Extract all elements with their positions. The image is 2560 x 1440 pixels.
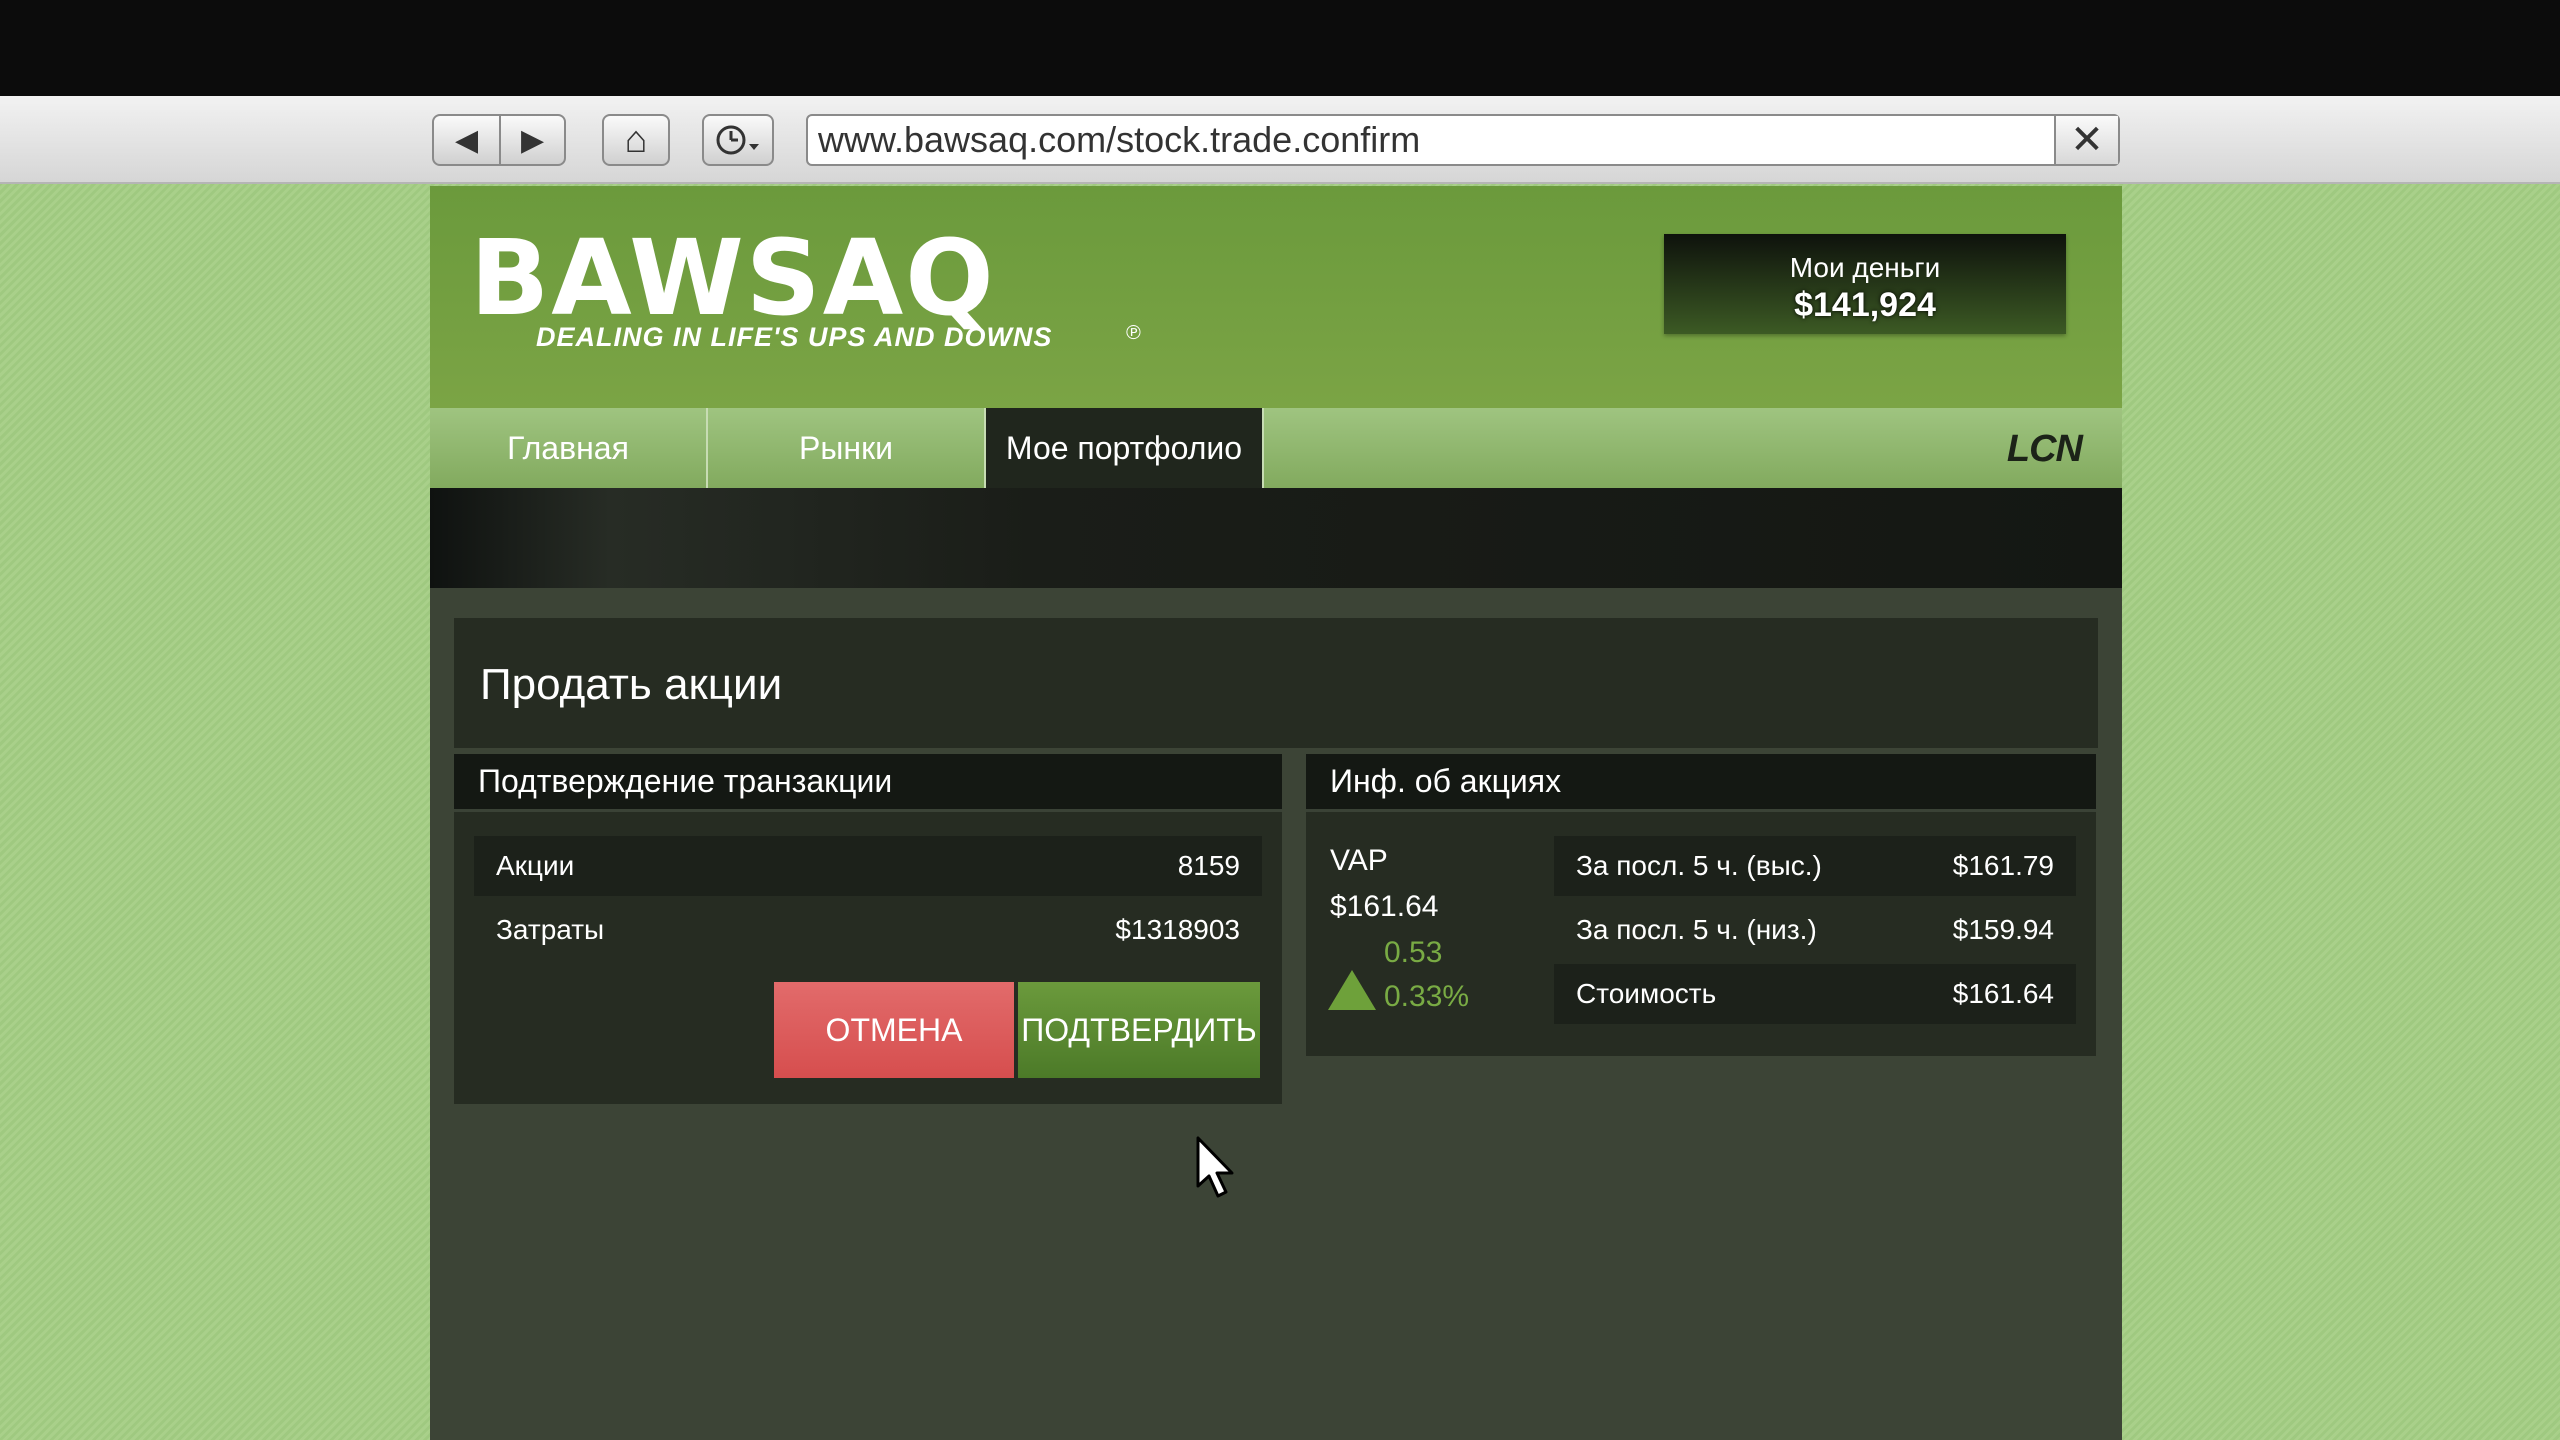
address-bar[interactable]: www.bawsaq.com/stock.trade.confirm ✕ bbox=[806, 114, 2120, 166]
dark-banner bbox=[430, 488, 2122, 588]
page-content: BAWSAQ DEALING IN LIFE'S UPS AND DOWNS ℗… bbox=[430, 186, 2122, 1440]
back-forward-group: ◀ ▶ bbox=[432, 114, 566, 166]
price-label: Стоимость bbox=[1576, 978, 1717, 1009]
top-black-bar bbox=[0, 0, 2560, 96]
tab-home[interactable]: Главная bbox=[430, 408, 708, 488]
shares-row: Акции 8159 bbox=[474, 836, 1262, 896]
browser-toolbar: ◀ ▶ ⌂ www.bawsaq.com/stock.trade.confirm… bbox=[0, 96, 2560, 184]
transaction-panel: Подтверждение транзакции Акции 8159 Затр… bbox=[454, 754, 1282, 1104]
price-value: $161.64 bbox=[1952, 978, 2054, 1009]
shares-value: 8159 bbox=[1177, 850, 1240, 881]
stock-change-pct: 0.33% bbox=[1384, 980, 1470, 1013]
stock-ticker: VAP bbox=[1330, 844, 1388, 877]
tab-markets[interactable]: Рынки bbox=[708, 408, 986, 488]
history-button[interactable] bbox=[702, 114, 774, 166]
home-icon: ⌂ bbox=[624, 118, 648, 161]
cost-value: $1318903 bbox=[1115, 914, 1240, 945]
low-5h-value: $159.94 bbox=[1952, 914, 2054, 945]
stock-info-panel: Инф. об акциях VAP $161.64 0.53 0.33% За… bbox=[1306, 754, 2096, 1056]
forward-icon: ▶ bbox=[520, 123, 545, 157]
back-icon: ◀ bbox=[454, 123, 479, 157]
forward-button[interactable]: ▶ bbox=[499, 116, 564, 164]
cost-label: Затраты bbox=[496, 914, 605, 945]
high-5h-row: За посл. 5 ч. (выс.) $161.79 bbox=[1554, 836, 2076, 896]
registered-mark: ℗ bbox=[1126, 322, 1141, 344]
stock-price: $161.64 bbox=[1330, 890, 1439, 923]
cost-row: Затраты $1318903 bbox=[474, 900, 1262, 960]
up-arrow-icon bbox=[1328, 970, 1376, 1010]
my-money-box: Мои деньги $141,924 bbox=[1664, 234, 2066, 334]
shares-label: Акции bbox=[496, 850, 575, 881]
tab-my-portfolio[interactable]: Мое портфолио bbox=[986, 408, 1264, 488]
back-button[interactable]: ◀ bbox=[434, 116, 499, 164]
money-value: $141,924 bbox=[1794, 286, 1936, 324]
logo-tagline: DEALING IN LIFE'S UPS AND DOWNS bbox=[536, 322, 1053, 352]
transaction-title: Подтверждение транзакции bbox=[454, 754, 1282, 812]
stock-info-title: Инф. об акциях bbox=[1306, 754, 2096, 812]
bawsaq-logo[interactable]: BAWSAQ DEALING IN LIFE'S UPS AND DOWNS ℗ bbox=[470, 226, 1150, 356]
lcn-logo[interactable]: LCN bbox=[2007, 428, 2083, 471]
low-5h-row: За посл. 5 ч. (низ.) $159.94 bbox=[1554, 900, 2076, 960]
close-button[interactable]: ✕ bbox=[2054, 116, 2118, 164]
logo-text: BAWSAQ bbox=[470, 217, 996, 339]
low-5h-label: За посл. 5 ч. (низ.) bbox=[1576, 914, 1817, 945]
nav-tabs: Главная Рынки Мое портфолио LCN bbox=[430, 408, 2122, 488]
site-header: BAWSAQ DEALING IN LIFE'S UPS AND DOWNS ℗… bbox=[430, 186, 2122, 408]
url-text[interactable]: www.bawsaq.com/stock.trade.confirm bbox=[808, 119, 2054, 161]
confirm-button[interactable]: ПОДТВЕРДИТЬ bbox=[1018, 982, 1260, 1078]
title-panel: Продать акции bbox=[454, 618, 2098, 748]
high-5h-value: $161.79 bbox=[1952, 850, 2054, 881]
price-row: Стоимость $161.64 bbox=[1554, 964, 2076, 1024]
cancel-button[interactable]: ОТМЕНА bbox=[774, 982, 1014, 1078]
mouse-cursor-icon bbox=[1196, 1136, 1234, 1198]
page-title: Продать акции bbox=[480, 660, 783, 709]
close-icon: ✕ bbox=[2070, 118, 2104, 162]
clock-icon bbox=[716, 125, 759, 155]
stock-change: 0.53 bbox=[1384, 936, 1443, 969]
home-button[interactable]: ⌂ bbox=[602, 114, 670, 166]
high-5h-label: За посл. 5 ч. (выс.) bbox=[1576, 850, 1822, 881]
money-label: Мои деньги bbox=[1789, 252, 1941, 283]
